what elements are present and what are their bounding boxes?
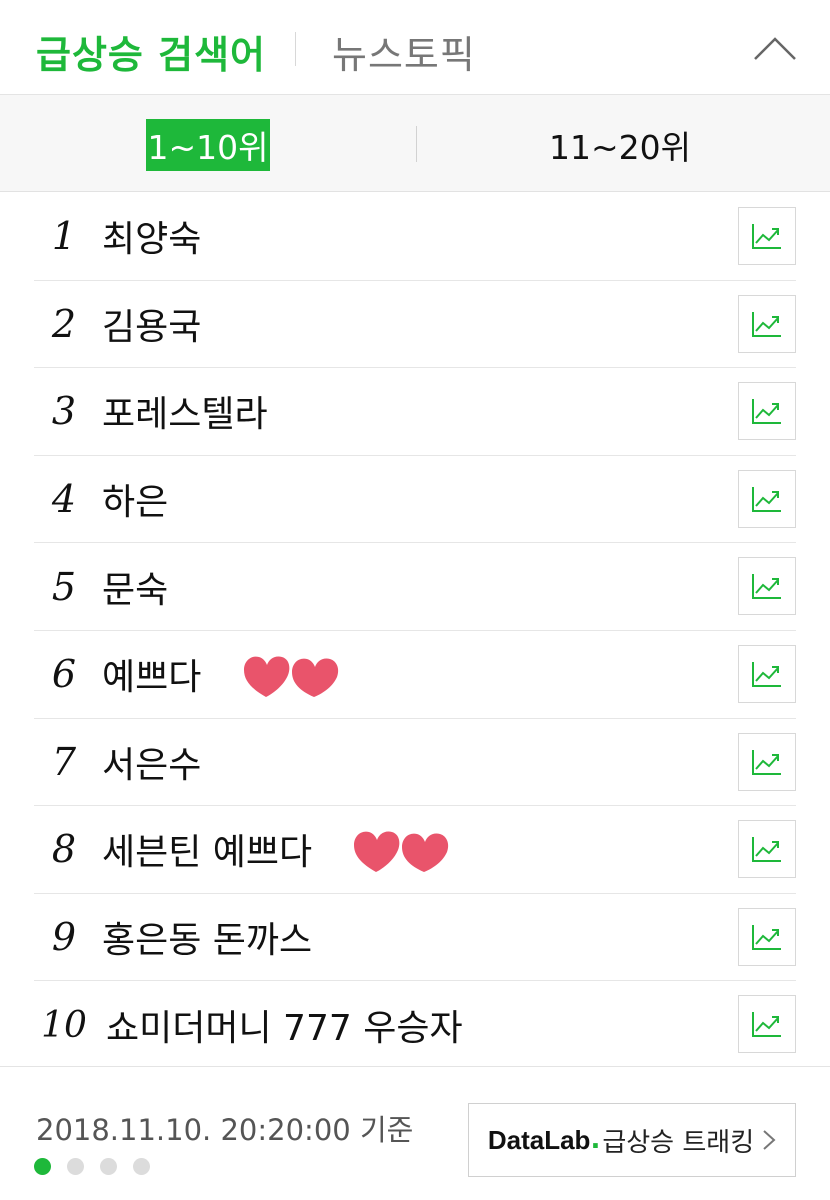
rank-number: 5 (51, 564, 77, 609)
rank-number: 4 (51, 477, 77, 522)
tab-news-topics[interactable]: 뉴스토픽 (332, 24, 476, 79)
range-tab-11-20[interactable]: 11~20위 (520, 119, 720, 171)
keyword-label[interactable]: 포레스텔라 (102, 368, 268, 455)
trend-chart-icon (752, 749, 781, 775)
ranking-row[interactable]: 10 쇼미더머니 777 우승자 (34, 981, 796, 1069)
keyword-label[interactable]: 세븐틴 예쁘다 (102, 806, 312, 893)
top-tab-bar: 급상승 검색어 뉴스토픽 (0, 0, 830, 95)
trend-chart-icon (752, 224, 781, 249)
datalab-tracking-button[interactable]: DataLab. 급상승 트래킹 (468, 1103, 796, 1177)
rank-number: 10 (41, 1004, 87, 1046)
page-dot[interactable] (67, 1158, 84, 1175)
ranking-row[interactable]: 8 세븐틴 예쁘다 (34, 806, 796, 894)
datalab-label: 급상승 트래킹 (602, 1127, 755, 1158)
rank-number: 8 (51, 827, 77, 872)
page-dot[interactable] (34, 1158, 51, 1175)
keyword-label[interactable]: 문숙 (102, 543, 168, 630)
trend-chart-icon (752, 399, 781, 425)
ranking-row[interactable]: 7 서은수 (34, 719, 796, 807)
trend-chart-icon (752, 486, 781, 512)
ranking-row[interactable]: 2 김용국 (34, 281, 796, 369)
hearts-sticker-icon (244, 656, 339, 697)
trend-chart-button[interactable] (738, 469, 796, 528)
ranking-list: 1 최양숙 2 김용국 3 포레스텔라 4 하은 5 문숙 6 예쁘다 7 서은수 8 세븐틴 예쁘다 9 홍은동… (34, 193, 796, 1069)
rank-number: 2 (51, 301, 77, 346)
basis-timestamp: 2018.11.10. 20:20:00 기준 (36, 1113, 414, 1147)
trend-chart-button[interactable] (738, 732, 796, 791)
ranking-row[interactable]: 1 최양숙 (34, 193, 796, 281)
keyword-label[interactable]: 하은 (102, 456, 168, 543)
rank-number: 3 (51, 389, 77, 434)
rank-number: 9 (51, 915, 77, 960)
trend-chart-icon (752, 924, 781, 950)
ranking-row[interactable]: 4 하은 (34, 456, 796, 544)
keyword-label[interactable]: 서은수 (102, 719, 201, 806)
tab-rising-searches[interactable]: 급상승 검색어 (36, 24, 266, 79)
ranking-row[interactable]: 9 홍은동 돈까스 (34, 894, 796, 982)
trend-chart-icon (752, 311, 781, 337)
ranking-row[interactable]: 5 문숙 (34, 543, 796, 631)
trend-chart-icon (752, 837, 781, 863)
keyword-label[interactable]: 김용국 (102, 281, 201, 368)
trend-chart-button[interactable] (738, 995, 796, 1054)
trend-chart-button[interactable] (738, 907, 796, 966)
rank-number: 7 (51, 739, 77, 784)
page-dot[interactable] (100, 1158, 117, 1175)
ranking-row[interactable]: 6 예쁘다 (34, 631, 796, 719)
trend-chart-icon (752, 574, 781, 600)
ranking-row[interactable]: 3 포레스텔라 (34, 368, 796, 456)
range-tab-1-10[interactable]: 1~10위 (146, 119, 270, 171)
keyword-label[interactable]: 홍은동 돈까스 (102, 894, 312, 981)
trend-chart-icon (752, 1012, 781, 1038)
hearts-sticker-icon (354, 831, 449, 873)
range-divider (416, 126, 417, 162)
collapse-button[interactable] (752, 28, 798, 68)
trend-chart-button[interactable] (738, 382, 796, 441)
tab-divider (295, 32, 296, 66)
trend-chart-button[interactable] (738, 557, 796, 616)
keyword-label[interactable]: 쇼미더머니 777 우승자 (106, 981, 463, 1069)
keyword-label[interactable]: 최양숙 (102, 193, 201, 280)
rank-number: 6 (51, 652, 77, 697)
trend-chart-button[interactable] (738, 644, 796, 703)
rank-number: 1 (51, 214, 77, 259)
trend-chart-button[interactable] (738, 820, 796, 879)
keyword-label[interactable]: 예쁘다 (102, 631, 201, 718)
trend-chart-button[interactable] (738, 207, 796, 265)
chevron-right-icon (763, 1130, 776, 1150)
trend-chart-button[interactable] (738, 294, 796, 353)
chevron-up-icon (754, 37, 796, 60)
datalab-brand-dot: . (590, 1125, 601, 1155)
datalab-brand: DataLab (487, 1124, 591, 1155)
page-dot[interactable] (133, 1158, 150, 1175)
trend-chart-icon (752, 661, 781, 687)
page-indicator (34, 1158, 150, 1175)
